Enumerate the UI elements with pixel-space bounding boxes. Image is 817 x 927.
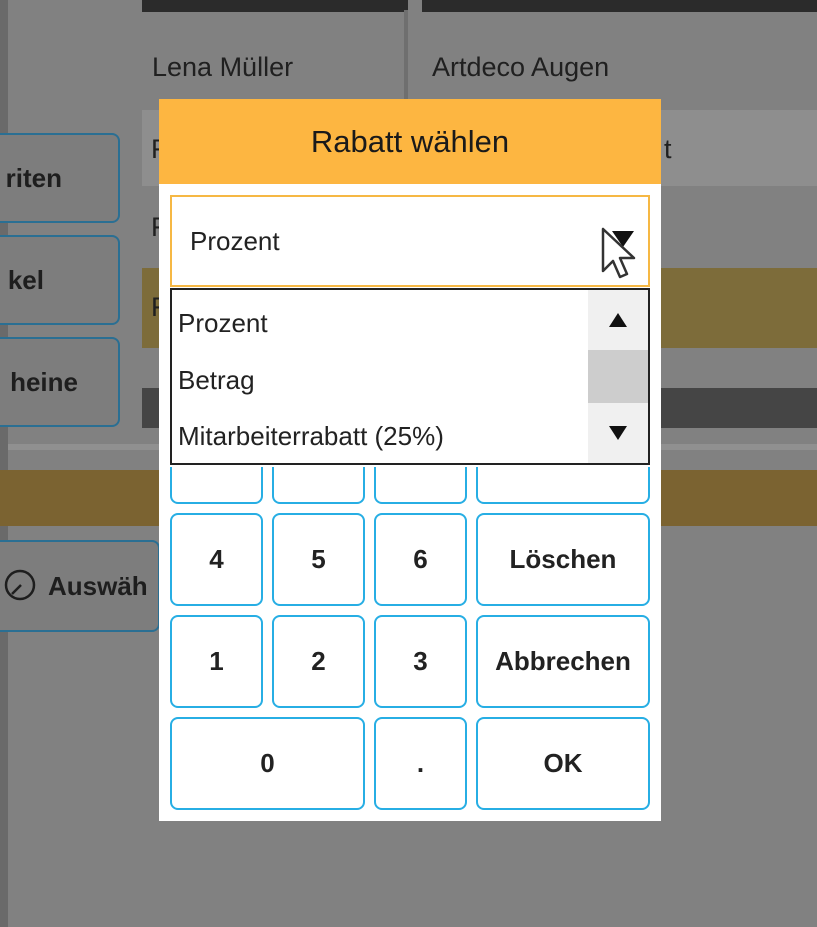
dropdown-scrollbar[interactable] [588,290,648,463]
option-betrag[interactable]: Betrag [178,365,255,396]
side-button-label: kel [7,264,44,295]
delete-button[interactable]: Löschen [476,513,650,606]
dialog-header: Rabatt wählen [159,99,661,184]
keypad-key-4[interactable]: 4 [170,513,263,606]
select-customer-label: Auswäh [48,570,148,601]
keypad-key-2[interactable]: 2 [272,615,365,708]
option-mitarbeiterrabatt[interactable]: Mitarbeiterrabatt (25%) [178,421,444,452]
keypad-key-7[interactable] [170,467,263,504]
discount-dialog: Rabatt wählen Prozent Prozent Betrag Mit… [159,99,661,821]
side-button-artikel[interactable]: kel [0,235,120,325]
row-fragment: t [664,134,672,164]
dialog-title: Rabatt wählen [310,123,510,159]
scroll-down-button[interactable] [588,403,648,463]
mouse-cursor-icon [601,227,636,279]
side-button-gutscheine[interactable]: heine [0,337,120,427]
keypad-key-1[interactable]: 1 [170,615,263,708]
keypad-key-3[interactable]: 3 [374,615,467,708]
scroll-up-button[interactable] [588,290,648,350]
product-name: Artdeco Augen [432,52,610,82]
discount-type-select[interactable]: Prozent [170,195,650,287]
ok-button[interactable]: OK [476,717,650,810]
keypad-key-0[interactable]: 0 [170,717,365,810]
keypad-key-wide[interactable] [476,467,650,504]
top-bar-right [422,0,817,12]
discount-type-dropdown: Prozent Betrag Mitarbeiterrabatt (25%) [170,288,650,465]
arrow-up-icon [609,313,627,327]
top-bar-left [142,0,408,12]
option-prozent[interactable]: Prozent [178,308,268,339]
keypad-key-9[interactable] [374,467,467,504]
arrow-down-icon [609,426,627,440]
cancel-button[interactable]: Abbrechen [476,615,650,708]
keypad-key-decimal[interactable]: . [374,717,467,810]
keypad-key-6[interactable]: 6 [374,513,467,606]
scroll-thumb[interactable] [588,350,648,403]
keypad-key-5[interactable]: 5 [272,513,365,606]
keypad-key-8[interactable] [272,467,365,504]
column-divider [404,10,408,100]
side-button-favoriten[interactable]: riten [0,133,120,223]
select-customer-button[interactable]: Auswäh [0,540,160,632]
customer-name: Lena Müller [152,52,294,82]
side-button-label: heine [10,366,78,397]
select-value: Prozent [190,225,280,256]
side-button-label: riten [5,162,62,193]
magnifier-icon [4,569,36,601]
